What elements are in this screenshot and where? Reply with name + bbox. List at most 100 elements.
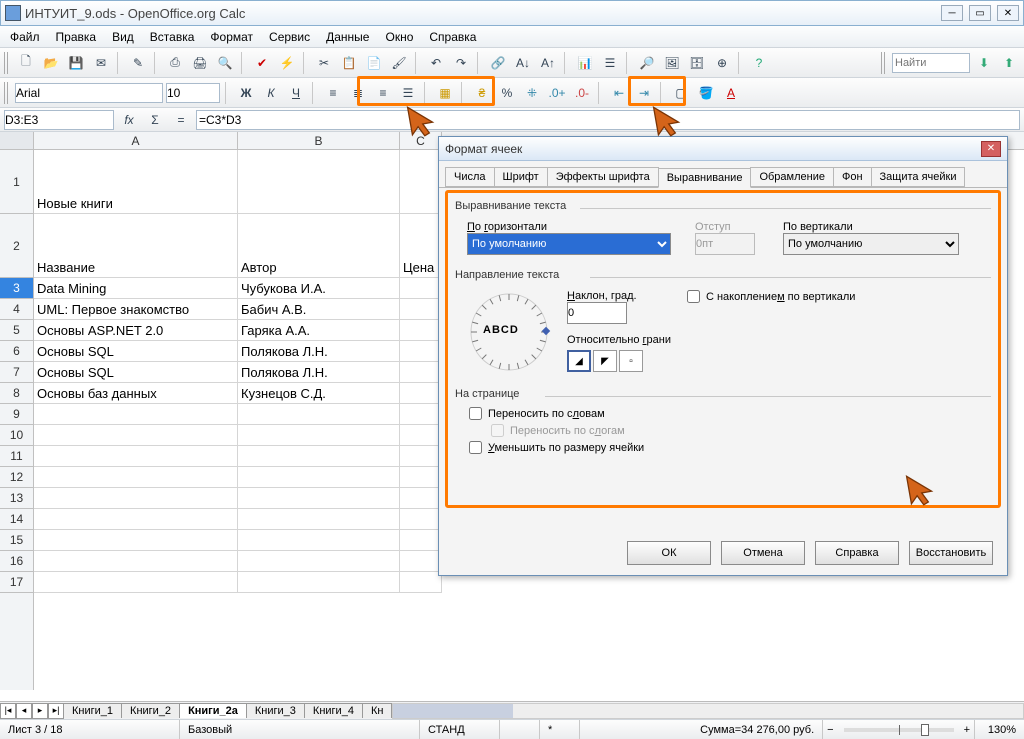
row-header-10[interactable]: 10 [0,425,33,446]
pdf-icon[interactable]: ⎙ [164,52,186,74]
menu-tools[interactable]: Сервис [263,29,316,45]
cell-B6[interactable]: Полякова Л.Н. [238,341,400,362]
dec-indent-icon[interactable]: ⇤ [608,82,630,104]
status-sum[interactable]: Сумма=34 276,00 руб. [580,720,823,739]
col-header-B[interactable]: B [238,132,400,149]
find-next-icon[interactable]: ⬇ [973,52,995,74]
tab-prev-icon[interactable]: ◂ [16,703,32,719]
cancel-button[interactable]: Отмена [721,541,805,565]
cell-A16[interactable] [34,551,238,572]
find-grip[interactable] [881,52,887,74]
cell-C8[interactable] [400,383,442,404]
vertical-align-select[interactable]: По умолчанию [783,233,959,255]
save-icon[interactable]: 💾 [65,52,87,74]
row-header-3[interactable]: 3 [0,278,33,299]
cell-A15[interactable] [34,530,238,551]
cell-C5[interactable] [400,320,442,341]
cell-A17[interactable] [34,572,238,593]
menu-edit[interactable]: Правка [50,29,103,45]
sheet-tab-0[interactable]: Книги_1 [63,703,122,718]
angle-spinner[interactable] [567,302,627,324]
cell-C7[interactable] [400,362,442,383]
dialog-tab-2[interactable]: Эффекты шрифта [547,167,659,187]
wrap-checkbox[interactable] [469,407,482,420]
find-icon[interactable]: 🔎 [636,52,658,74]
ref-edge-upper-icon[interactable]: ◤ [593,350,617,372]
zoom-value[interactable]: 130% [974,720,1024,739]
cell-A4[interactable]: UML: Первое знакомство [34,299,238,320]
sheet-tab-5[interactable]: Кн [362,703,392,718]
row-header-5[interactable]: 5 [0,320,33,341]
row-header-7[interactable]: 7 [0,362,33,383]
menu-insert[interactable]: Вставка [144,29,201,45]
row-header-14[interactable]: 14 [0,509,33,530]
cell-B10[interactable] [238,425,400,446]
help-button[interactable]: Справка [815,541,899,565]
cell-reference-box[interactable] [4,110,114,130]
datasource-icon[interactable]: 🗄 [686,52,708,74]
cell-A14[interactable] [34,509,238,530]
zoom-slider[interactable] [844,728,954,732]
cell-B16[interactable] [238,551,400,572]
cell-A8[interactable]: Основы баз данных [34,383,238,404]
cell-A12[interactable] [34,467,238,488]
sort-asc-icon[interactable]: A↓ [512,52,534,74]
cell-A10[interactable] [34,425,238,446]
cell-B8[interactable]: Кузнецов С.Д. [238,383,400,404]
formula-input[interactable] [196,110,1020,130]
sheet-tab-4[interactable]: Книги_4 [304,703,363,718]
underline-icon[interactable]: Ч [285,82,307,104]
dialog-tab-5[interactable]: Фон [833,167,872,187]
cell-B13[interactable] [238,488,400,509]
align-left-icon[interactable]: ≡ [322,82,344,104]
ref-edge-inside-icon[interactable]: ▫ [619,350,643,372]
row-header-6[interactable]: 6 [0,341,33,362]
ok-button[interactable]: ОК [627,541,711,565]
percent-icon[interactable]: % [496,82,518,104]
row-header-16[interactable]: 16 [0,551,33,572]
cell-C4[interactable] [400,299,442,320]
fmt-grip[interactable] [4,82,10,104]
zoom-icon[interactable]: ⊕ [711,52,733,74]
cell-B5[interactable]: Гаряка А.А. [238,320,400,341]
cell-B2[interactable]: Автор [238,214,400,278]
horizontal-scrollbar[interactable] [392,703,1024,719]
cell-B12[interactable] [238,467,400,488]
maximize-button[interactable]: ▭ [969,5,991,21]
cell-C2[interactable]: Цена [400,214,442,278]
cell-C6[interactable] [400,341,442,362]
inc-indent-icon[interactable]: ⇥ [633,82,655,104]
zoom-in-icon[interactable]: + [960,720,974,739]
row-header-13[interactable]: 13 [0,488,33,509]
cell-A5[interactable]: Основы ASP.NET 2.0 [34,320,238,341]
undo-icon[interactable]: ↶ [425,52,447,74]
cell-C17[interactable] [400,572,442,593]
row-header-2[interactable]: 2 [0,214,33,278]
dialog-titlebar[interactable]: Формат ячеек ✕ [439,137,1007,161]
hyperlink-icon[interactable]: 🔗 [487,52,509,74]
cell-A13[interactable] [34,488,238,509]
sort-desc-icon[interactable]: A↑ [537,52,559,74]
gallery-icon[interactable]: 🖼 [661,52,683,74]
tab-next-icon[interactable]: ▸ [32,703,48,719]
row-header-4[interactable]: 4 [0,299,33,320]
tab-first-icon[interactable]: |◂ [0,703,16,719]
minimize-button[interactable]: ─ [941,5,963,21]
sheet-tab-2[interactable]: Книги_2а [179,703,247,718]
menu-data[interactable]: Данные [320,29,375,45]
toolbar-grip[interactable] [4,52,10,74]
dialog-tab-0[interactable]: Числа [445,167,495,187]
sum-icon[interactable]: Σ [144,109,166,131]
menu-window[interactable]: Окно [379,29,419,45]
redo-icon[interactable]: ↷ [450,52,472,74]
tab-last-icon[interactable]: ▸| [48,703,64,719]
select-all-corner[interactable] [0,132,34,150]
dialog-tab-3[interactable]: Выравнивание [658,168,752,188]
row-header-1[interactable]: 1 [0,150,33,214]
email-icon[interactable]: ✉ [90,52,112,74]
cell-C9[interactable] [400,404,442,425]
cell-A7[interactable]: Основы SQL [34,362,238,383]
menu-help[interactable]: Справка [423,29,482,45]
open-icon[interactable]: 📂 [40,52,62,74]
cell-A11[interactable] [34,446,238,467]
